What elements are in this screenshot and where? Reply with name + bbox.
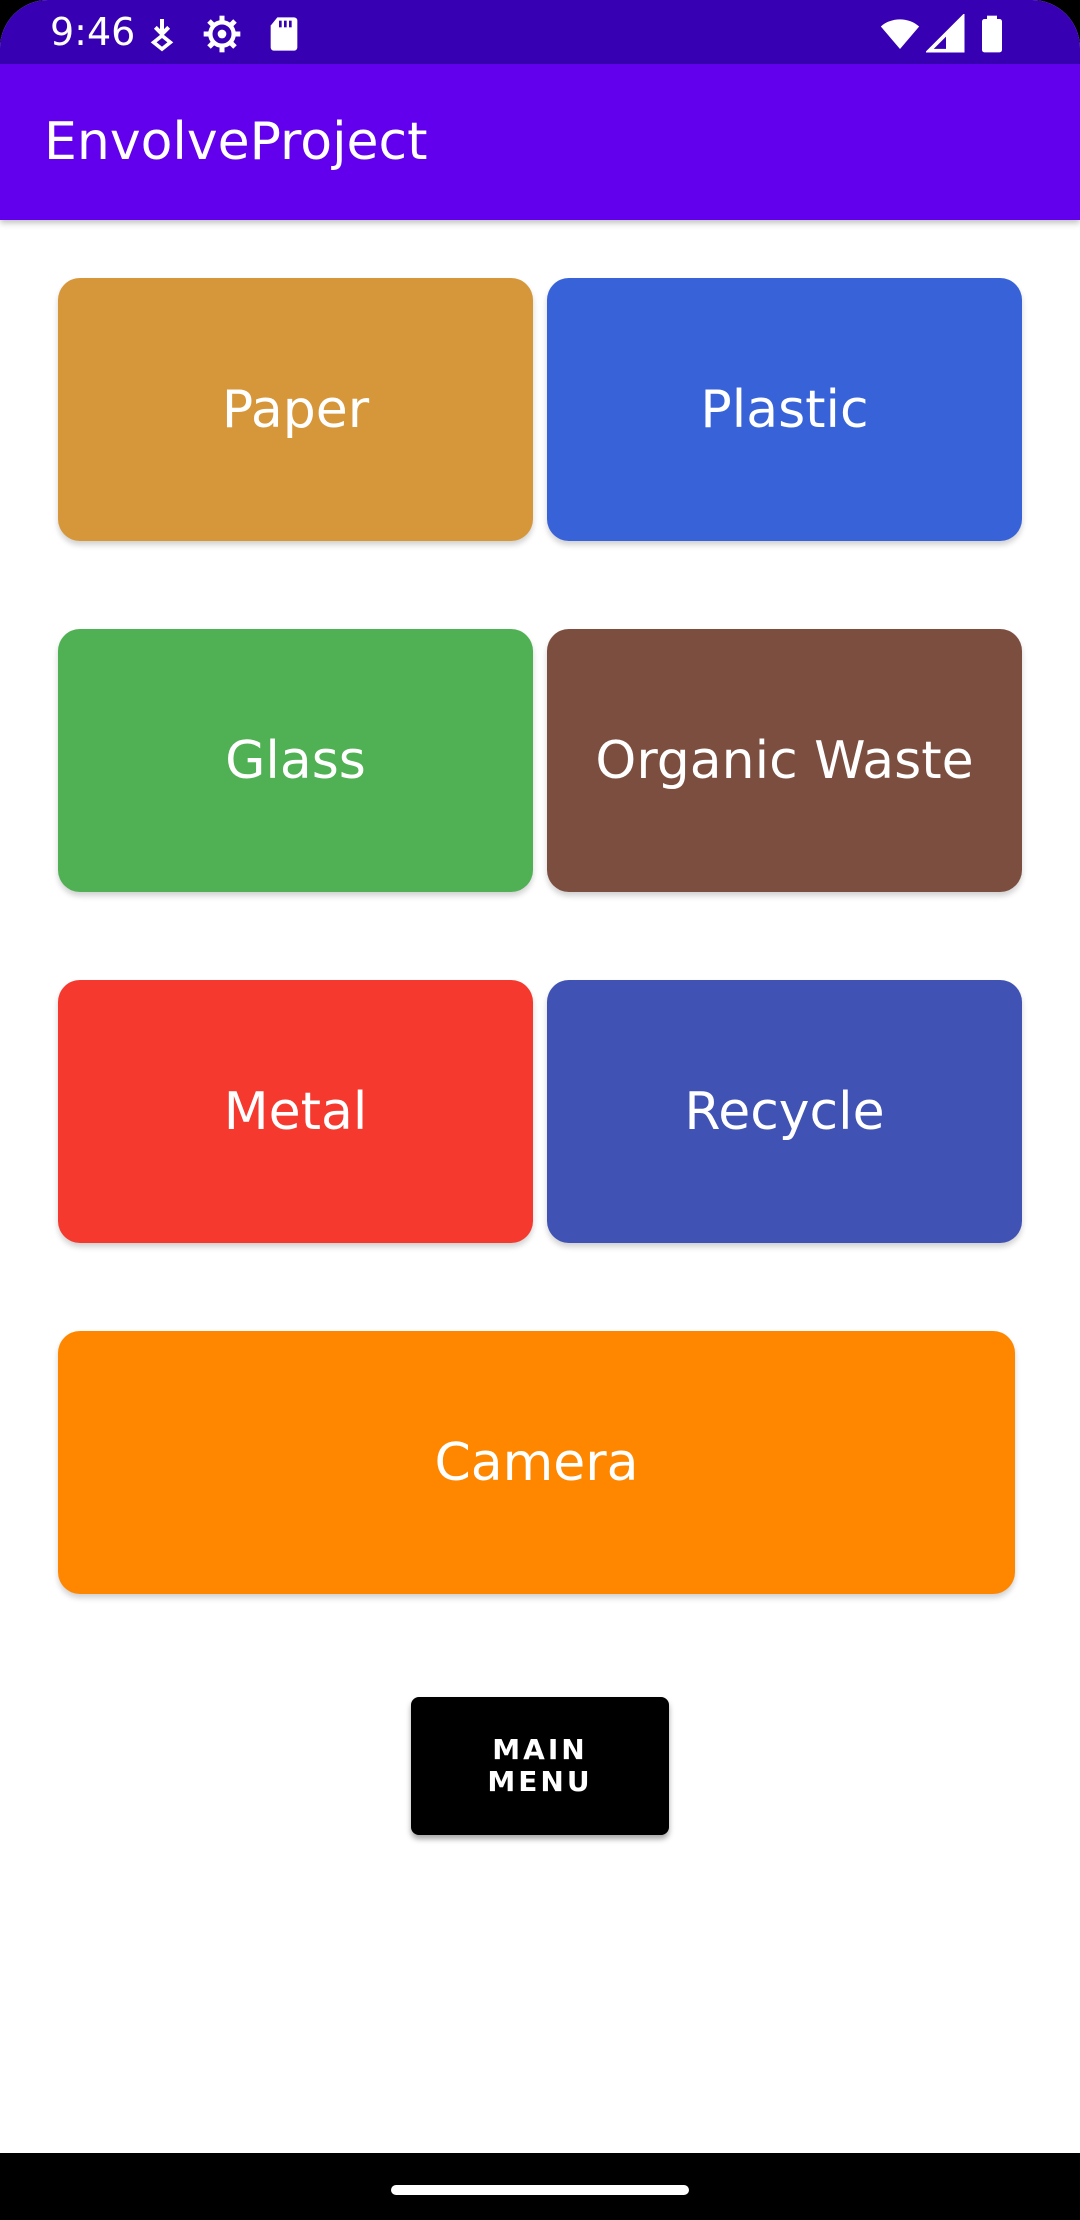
cellular-signal-icon xyxy=(926,14,966,54)
status-time: 9:46 xyxy=(50,10,136,54)
recycle-button[interactable]: Recycle xyxy=(547,980,1022,1243)
glass-button[interactable]: Glass xyxy=(58,629,533,892)
home-indicator[interactable] xyxy=(391,2185,689,2195)
paper-button[interactable]: Paper xyxy=(58,278,533,541)
settings-gear-icon xyxy=(202,14,242,54)
metal-button[interactable]: Metal xyxy=(58,980,533,1243)
app-title: EnvolveProject xyxy=(44,112,428,172)
app-screen: 9:46 EnvolveProject Paper Plastic Glass … xyxy=(0,0,1080,2220)
main-menu-button[interactable]: MAIN MENU xyxy=(411,1697,669,1835)
camera-button[interactable]: Camera xyxy=(58,1331,1015,1594)
status-bar: 9:46 xyxy=(0,0,1080,64)
wifi-icon xyxy=(880,14,920,54)
app-bar: EnvolveProject xyxy=(0,64,1080,220)
sd-card-icon xyxy=(264,14,304,54)
plastic-button[interactable]: Plastic xyxy=(547,278,1022,541)
organic-waste-button[interactable]: Organic Waste xyxy=(547,629,1022,892)
download-icon xyxy=(142,14,182,54)
battery-icon xyxy=(972,14,1012,54)
